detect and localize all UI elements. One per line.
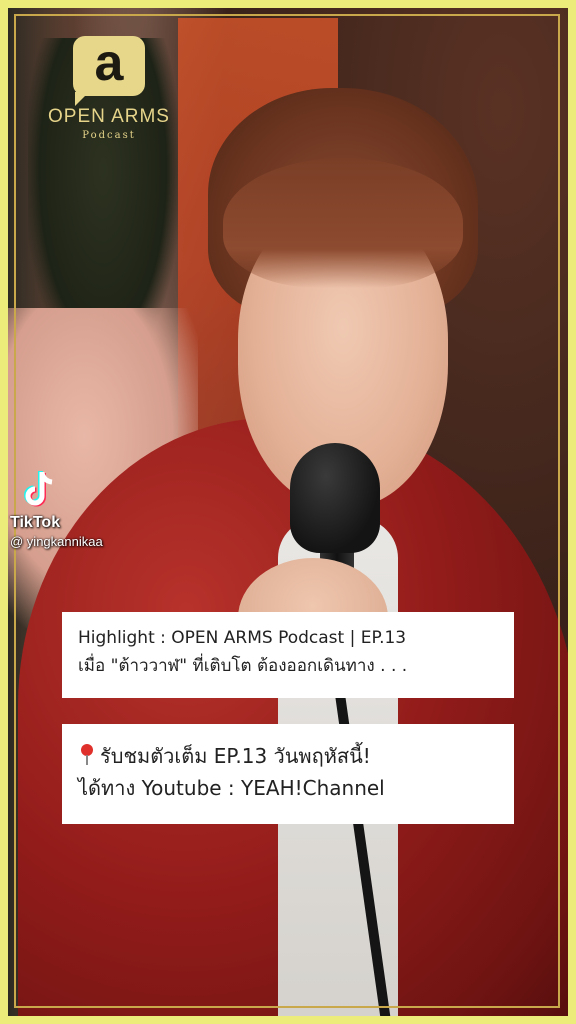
episode-caption: รับชมตัวเต็ม EP.13 วันพฤหัสนี้! ได้ทาง Y…	[62, 724, 514, 824]
microphone	[290, 443, 380, 553]
logo-subtitle: Podcast	[82, 130, 136, 141]
caption-title-line: Highlight : OPEN ARMS Podcast | EP.13	[78, 628, 407, 648]
tiktok-username: @ yingkannikaa	[10, 534, 103, 549]
caption-description-line: เมื่อ "ต้าววาฬ" ที่เติบโต ต้องออกเดินทาง…	[78, 656, 408, 676]
tiktok-app-name: TikTok	[10, 514, 61, 531]
episode-watch-line: รับชมตัวเต็ม EP.13 วันพฤหัสนี้!	[100, 744, 371, 768]
hair-fringe	[223, 158, 463, 288]
logo-mark-icon: a	[73, 34, 145, 106]
episode-channel-line: ได้ทาง Youtube : YEAH!Channel	[78, 776, 385, 800]
open-arms-logo: a OPEN ARMS Podcast	[40, 36, 178, 141]
tiktok-logo-icon	[24, 470, 58, 510]
highlight-caption: Highlight : OPEN ARMS Podcast | EP.13 เม…	[62, 612, 514, 698]
tiktok-watermark: TikTok @ yingkannikaa	[10, 470, 103, 549]
pin-icon	[78, 744, 96, 766]
logo-title: OPEN ARMS	[48, 106, 170, 127]
logo-mark-letter: a	[94, 34, 124, 92]
speaker-figure	[18, 88, 568, 1016]
